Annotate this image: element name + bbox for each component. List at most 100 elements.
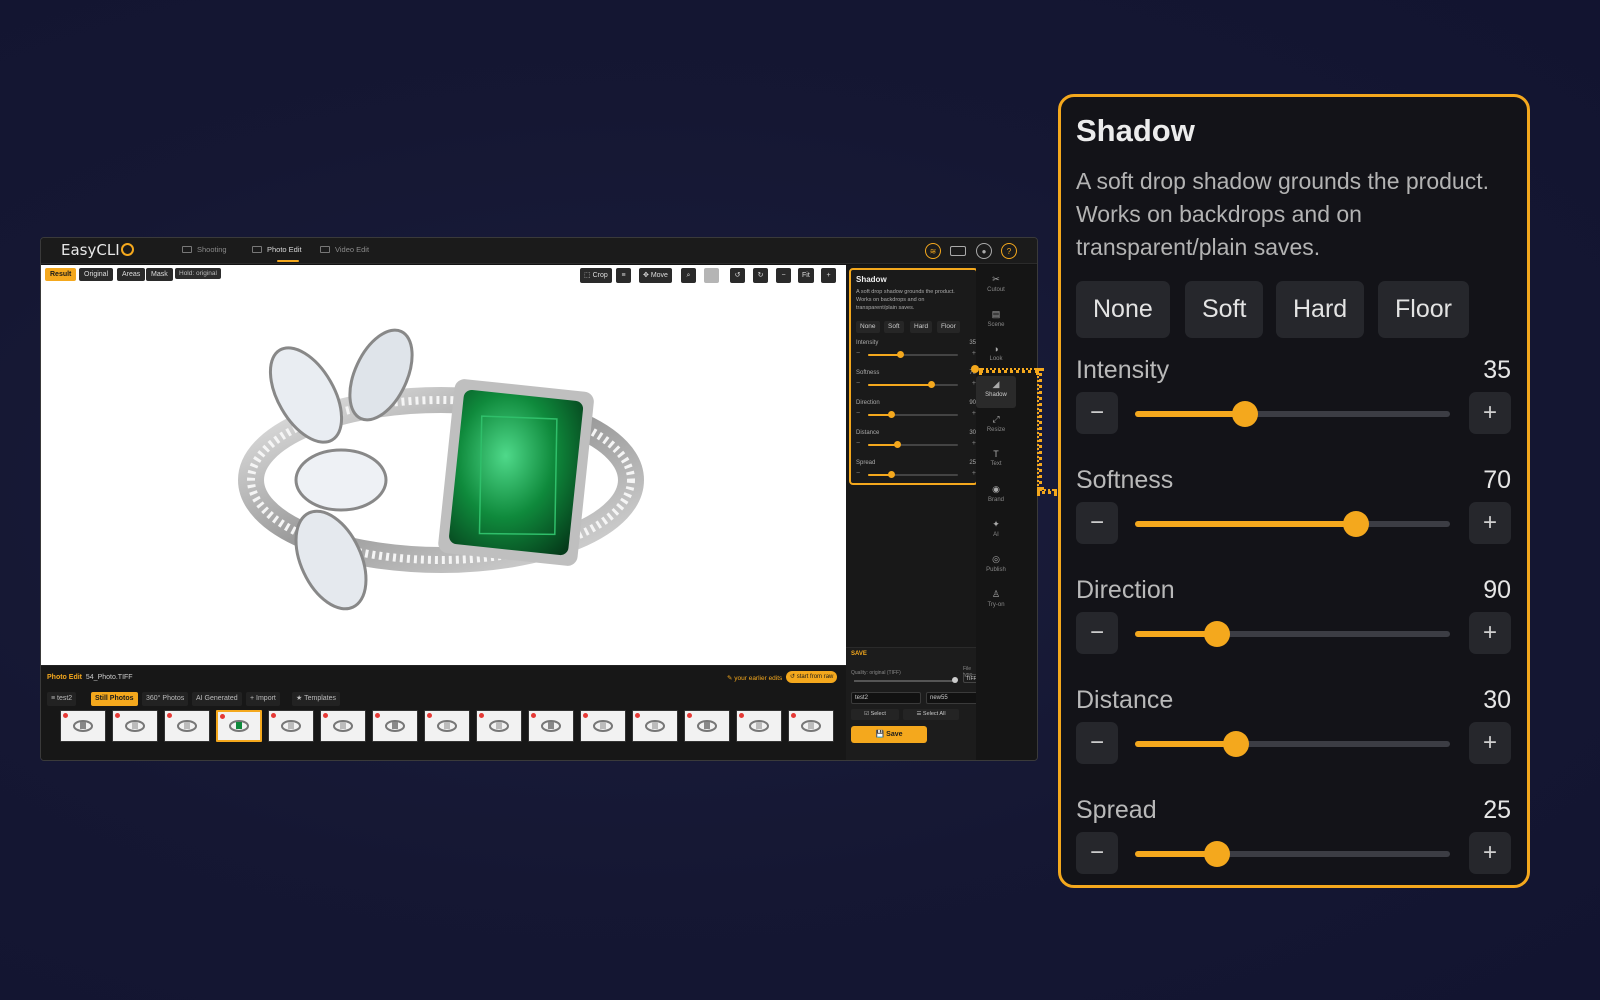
tool-cutout[interactable]: ✂ Cutout (976, 271, 1016, 303)
photo-canvas[interactable]: Result Original Areas Mask Hold: origina… (41, 265, 846, 665)
distance-slider-track[interactable] (1135, 731, 1450, 757)
zoom-out-button[interactable]: − (776, 268, 791, 283)
tab-video-edit[interactable]: Video Edit (320, 245, 369, 254)
preset-floor-button[interactable]: Floor (937, 321, 960, 333)
photo-thumbnail[interactable] (632, 710, 678, 742)
tool-ai[interactable]: ✦ AI (976, 516, 1016, 548)
softness-decrement-button[interactable]: − (1076, 502, 1118, 544)
intensity-increment-button[interactable]: + (1469, 392, 1511, 434)
intensity-slider-track[interactable] (868, 351, 958, 358)
photo-thumbnail[interactable] (372, 710, 418, 742)
intensity-decrement-button[interactable]: − (856, 350, 860, 357)
distance-increment-button[interactable]: + (1469, 722, 1511, 764)
move-button[interactable]: ✥ Move (639, 268, 672, 283)
select-all-button[interactable]: ☰ Select All (903, 709, 959, 720)
photo-thumbnail[interactable] (580, 710, 626, 742)
spread-increment-button[interactable]: + (1469, 832, 1511, 874)
user-icon[interactable]: ● (976, 243, 992, 259)
softness-slider-track[interactable] (868, 381, 958, 388)
save-button[interactable]: 💾 Save (851, 726, 927, 743)
view-result-button[interactable]: Result (45, 268, 77, 281)
photo-thumbnail[interactable] (60, 710, 106, 742)
rotate-left-button[interactable]: ↺ (730, 268, 745, 283)
search-button[interactable]: ⌕ (681, 268, 696, 283)
intensity-decrement-button[interactable]: − (1076, 392, 1118, 434)
start-from-raw-button[interactable]: ↺ start from raw (786, 671, 838, 683)
templates-button[interactable]: ★ Templates (292, 692, 340, 706)
earlier-edits-link[interactable]: ✎ your earlier edits (727, 674, 782, 682)
photo-thumbnail[interactable] (164, 710, 210, 742)
spread-slider-thumb[interactable] (1203, 841, 1230, 867)
spread-decrement-button[interactable]: − (856, 470, 860, 477)
background-swatch-button[interactable] (704, 268, 719, 283)
tool-resize[interactable]: ⤢ Resize (976, 411, 1016, 443)
preset-soft-button[interactable]: Soft (1185, 281, 1264, 338)
tool-text[interactable]: T Text (976, 446, 1016, 478)
tool-shadow[interactable]: ◢ Shadow (976, 376, 1016, 408)
photo-thumbnail[interactable] (268, 710, 314, 742)
help-icon[interactable]: ? (1001, 243, 1017, 259)
photo-thumbnail[interactable] (736, 710, 782, 742)
import-button[interactable]: + Import (246, 692, 280, 706)
softness-slider-track[interactable] (1135, 511, 1450, 537)
select-button[interactable]: ☑ Select (851, 709, 899, 720)
intensity-slider-thumb[interactable] (896, 351, 904, 358)
softness-decrement-button[interactable]: − (856, 380, 860, 387)
softness-slider-thumb[interactable] (1342, 511, 1369, 537)
tool-scene[interactable]: ▤ Scene (976, 306, 1016, 338)
crop-button[interactable]: ⬚ Crop (580, 268, 612, 283)
tool-try-on[interactable]: ♙ Try-on (976, 586, 1016, 618)
photo-thumbnail[interactable] (788, 710, 834, 742)
direction-decrement-button[interactable]: − (856, 410, 860, 417)
distance-decrement-button[interactable]: − (1076, 722, 1118, 764)
spread-slider-thumb[interactable] (888, 471, 896, 478)
tab-shooting[interactable]: Shooting (182, 245, 227, 254)
intensity-slider-thumb[interactable] (1232, 401, 1259, 427)
preset-hard-button[interactable]: Hard (1276, 281, 1365, 338)
tab-still-photos[interactable]: Still Photos (91, 692, 138, 706)
fit-button[interactable]: Fit (798, 268, 814, 283)
preset-hard-button[interactable]: Hard (910, 321, 933, 333)
preset-soft-button[interactable]: Soft (884, 321, 904, 333)
softness-increment-button[interactable]: + (1469, 502, 1511, 544)
tab-photo-edit[interactable]: Photo Edit (252, 245, 302, 254)
distance-slider-thumb[interactable] (893, 441, 901, 448)
direction-slider-track[interactable] (1135, 621, 1450, 647)
tab-360-photos[interactable]: 360° Photos (142, 692, 189, 706)
direction-slider-thumb[interactable] (1203, 621, 1230, 647)
direction-slider-thumb[interactable] (888, 411, 896, 418)
tab-ai-generated[interactable]: AI Generated (192, 692, 242, 706)
tool-brand[interactable]: ◉ Brand (976, 481, 1016, 513)
spread-slider-track[interactable] (1135, 841, 1450, 867)
preset-floor-button[interactable]: Floor (1378, 281, 1469, 338)
quality-slider-thumb[interactable] (952, 677, 958, 683)
distance-decrement-button[interactable]: − (856, 440, 860, 447)
spread-decrement-button[interactable]: − (1076, 832, 1118, 874)
preset-none-button[interactable]: None (1076, 281, 1170, 338)
distance-slider-track[interactable] (868, 441, 958, 448)
tool-publish[interactable]: ◎ Publish (976, 551, 1016, 583)
quality-slider-track[interactable] (854, 680, 954, 682)
view-areas-button[interactable]: Areas (117, 268, 146, 281)
photo-thumbnail[interactable] (424, 710, 470, 742)
direction-increment-button[interactable]: + (1469, 612, 1511, 654)
view-original-button[interactable]: Original (79, 268, 114, 281)
view-mask-button[interactable]: Mask (146, 268, 173, 281)
preset-none-button[interactable]: None (856, 321, 880, 333)
photo-thumbnail[interactable] (684, 710, 730, 742)
direction-decrement-button[interactable]: − (1076, 612, 1118, 654)
grid-button[interactable]: ≡ (616, 268, 631, 283)
softness-slider-thumb[interactable] (928, 381, 935, 388)
photo-thumbnail[interactable] (476, 710, 522, 742)
folder-selector[interactable]: ≡ test2 (47, 692, 77, 706)
rotate-right-button[interactable]: ↻ (753, 268, 768, 283)
photo-thumbnail[interactable] (112, 710, 158, 742)
photo-thumbnail[interactable] (216, 710, 262, 742)
intensity-slider-track[interactable] (1135, 401, 1450, 427)
photo-thumbnail[interactable] (528, 710, 574, 742)
direction-slider-track[interactable] (868, 411, 958, 418)
spread-slider-track[interactable] (868, 471, 958, 478)
zoom-in-button[interactable]: + (821, 268, 836, 283)
distance-slider-thumb[interactable] (1222, 731, 1249, 757)
photo-thumbnail[interactable] (320, 710, 366, 742)
